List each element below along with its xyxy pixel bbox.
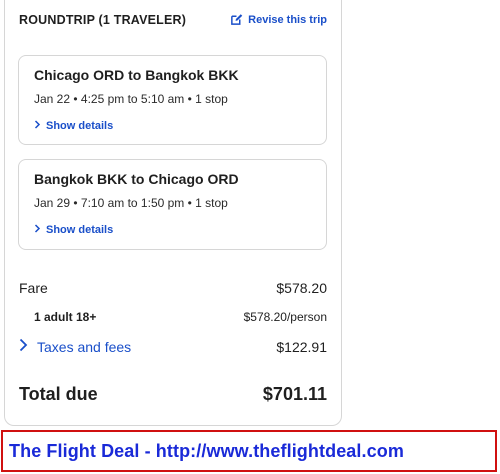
flight-times: Jan 22 • 4:25 pm to 5:10 am • 1 stop [34, 92, 228, 106]
adult-value: $578.20/person [243, 310, 327, 324]
total-value: $701.11 [262, 384, 327, 404]
trip-type-title: ROUNDTRIP (1 TRAVELER) [19, 13, 187, 27]
fare-row: Fare $578.20 [19, 280, 327, 296]
revise-trip-label: Revise this trip [248, 13, 327, 26]
adult-fare-row: 1 adult 18+ $578.20/person [19, 310, 327, 324]
total-row: Total due $701.11 [19, 384, 327, 405]
trip-summary-card: ROUNDTRIP (1 TRAVELER) Revise this trip … [4, 0, 342, 426]
taxes-label: Taxes and fees [37, 338, 132, 355]
show-details-label: Show details [46, 224, 114, 236]
return-flight-card: Bangkok BKK to Chicago ORD Jan 29 • 7:10… [18, 159, 327, 250]
fare-value: $578.20 [276, 280, 327, 296]
chevron-right-icon [34, 120, 41, 132]
adult-label: 1 adult 18+ [34, 310, 97, 324]
flight-times: Jan 29 • 7:10 am to 1:50 pm • 1 stop [34, 196, 228, 210]
taxes-row: Taxes and fees $122.91 [19, 338, 327, 355]
taxes-toggle[interactable]: Taxes and fees [19, 338, 131, 355]
outbound-flight-card: Chicago ORD to Bangkok BKK Jan 22 • 4:25… [18, 55, 327, 145]
revise-trip-link[interactable]: Revise this trip [230, 13, 327, 26]
show-details-link[interactable]: Show details [34, 120, 113, 132]
watermark-text: The Flight Deal - http://www.theflightde… [9, 441, 404, 461]
fare-label: Fare [19, 280, 48, 296]
watermark-banner: The Flight Deal - http://www.theflightde… [1, 430, 497, 472]
flight-route: Chicago ORD to Bangkok BKK [34, 67, 239, 83]
flight-route: Bangkok BKK to Chicago ORD [34, 171, 239, 187]
taxes-value: $122.91 [276, 338, 327, 355]
edit-icon [230, 13, 243, 26]
chevron-right-icon [34, 224, 41, 236]
trip-header: ROUNDTRIP (1 TRAVELER) Revise this trip [19, 13, 327, 31]
total-label: Total due [19, 384, 98, 404]
show-details-link[interactable]: Show details [34, 224, 113, 236]
show-details-label: Show details [46, 120, 114, 132]
chevron-right-icon [19, 338, 28, 355]
